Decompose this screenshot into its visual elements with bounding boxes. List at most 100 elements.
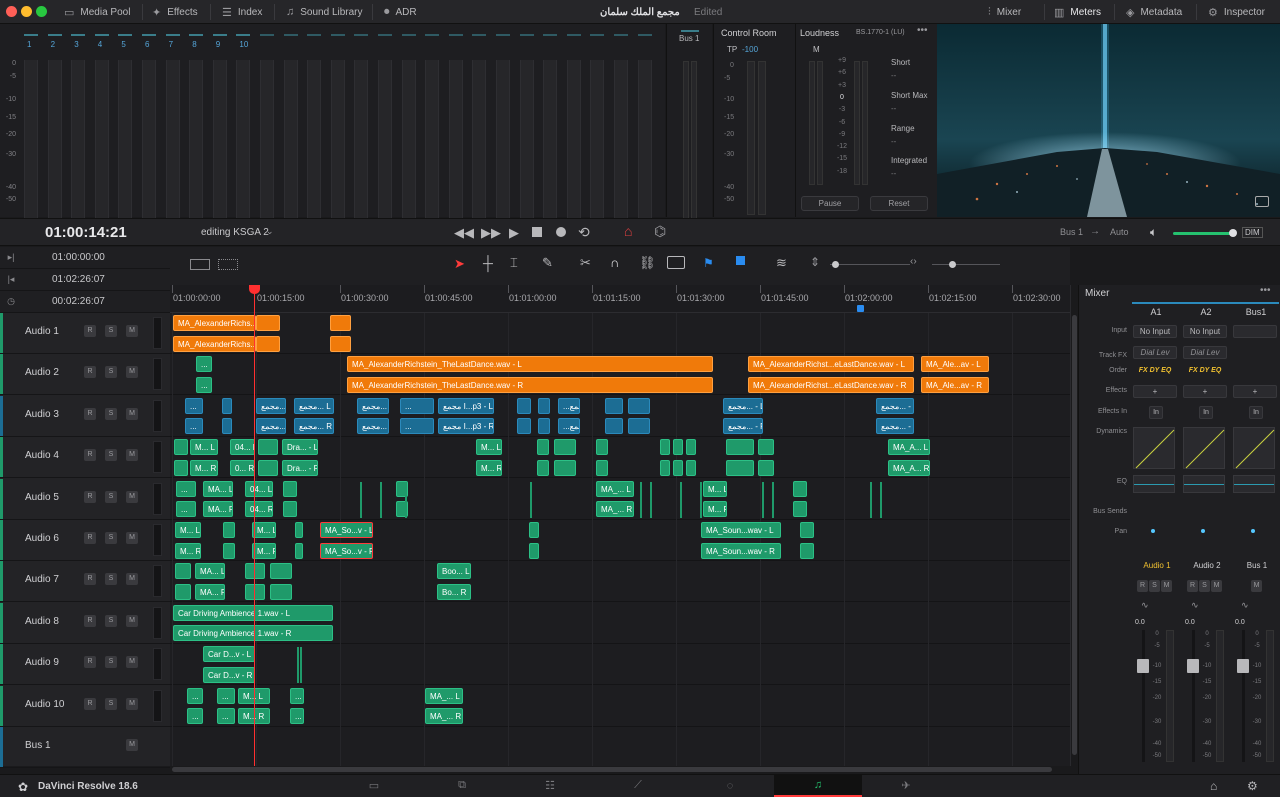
audio-clip[interactable]: MA_So...v - L bbox=[320, 522, 373, 538]
monitor-volume-slider[interactable] bbox=[1173, 232, 1233, 235]
audio-clip[interactable]: M... L bbox=[252, 522, 276, 538]
settings-gear-icon[interactable]: ⚙ bbox=[1247, 779, 1258, 793]
audio-clip[interactable] bbox=[537, 439, 549, 456]
audio-clip[interactable]: MA... R bbox=[195, 583, 225, 600]
audio-clip[interactable]: M... L bbox=[476, 439, 502, 456]
record-arm-button[interactable]: R bbox=[84, 490, 96, 503]
clip-sliver[interactable] bbox=[640, 481, 642, 518]
mixer-m-button[interactable]: M bbox=[1251, 580, 1262, 592]
audio-clip[interactable]: Car Driving Ambience 1.wav - L bbox=[173, 604, 333, 621]
track-header[interactable]: Audio 4 RSM bbox=[0, 437, 170, 479]
playhead[interactable] bbox=[254, 285, 255, 766]
track-name[interactable]: Audio 1 bbox=[25, 326, 59, 337]
picture-in-picture-icon[interactable] bbox=[1255, 196, 1269, 207]
timeline-marker[interactable] bbox=[857, 305, 864, 312]
dim-button[interactable]: DIM bbox=[1242, 227, 1263, 238]
timecode-display[interactable]: 01:00:14:21 bbox=[45, 224, 127, 241]
audio-clip[interactable]: MA... R bbox=[203, 501, 233, 518]
effects-button[interactable]: ✦ Effects bbox=[152, 0, 198, 24]
audio-clip[interactable] bbox=[529, 522, 539, 538]
audio-clip[interactable] bbox=[258, 439, 278, 456]
solo-button[interactable]: S bbox=[105, 532, 117, 544]
record-arm-button[interactable]: R bbox=[84, 366, 96, 379]
effects-in-toggle[interactable]: In bbox=[1149, 406, 1163, 419]
horizontal-zoom-slider[interactable] bbox=[932, 264, 1000, 265]
audio-clip[interactable] bbox=[628, 397, 650, 414]
track-header[interactable]: Audio 8 RSM bbox=[0, 602, 170, 644]
audio-clip[interactable]: MA... L bbox=[203, 480, 233, 497]
audio-clip[interactable]: مجمع... - L bbox=[876, 397, 914, 414]
cut-page-icon[interactable]: ⧉ bbox=[418, 774, 506, 797]
audio-clip[interactable] bbox=[793, 501, 807, 518]
mute-button[interactable]: M bbox=[126, 573, 138, 586]
audio-clip[interactable]: Dra... - R bbox=[282, 459, 318, 476]
media-pool-button[interactable]: ▭ Media Pool bbox=[64, 0, 130, 24]
fast-forward-icon[interactable]: ▶▶ bbox=[481, 225, 501, 241]
track-name[interactable]: Audio 6 bbox=[25, 533, 59, 544]
reset-button[interactable]: Reset bbox=[870, 196, 928, 211]
track-header[interactable]: Audio 6 RSM bbox=[0, 520, 170, 561]
audio-clip[interactable]: ...مجمع L bbox=[558, 397, 580, 414]
audio-clip[interactable]: ... bbox=[400, 418, 434, 435]
audio-clip[interactable]: 0... R bbox=[230, 459, 255, 476]
zoom-window-button[interactable] bbox=[36, 6, 47, 17]
minimize-window-button[interactable] bbox=[21, 6, 32, 17]
clip-sliver[interactable] bbox=[762, 481, 764, 518]
bus-output[interactable]: Bus 1 bbox=[1060, 227, 1083, 237]
input-select[interactable] bbox=[1233, 325, 1277, 338]
audio-clip[interactable] bbox=[330, 315, 351, 331]
audio-clip[interactable] bbox=[517, 397, 531, 414]
automation-curve-icon[interactable]: ∿ bbox=[1141, 600, 1149, 611]
horizontal-scrollbar[interactable] bbox=[170, 766, 1070, 774]
audio-clip[interactable]: MA_... R bbox=[596, 501, 634, 518]
audio-clip[interactable]: مجمع... - R bbox=[876, 418, 914, 435]
audio-clip[interactable] bbox=[596, 439, 608, 456]
audio-clip[interactable]: مجمع I...p3 - L bbox=[438, 397, 494, 414]
audio-clip[interactable] bbox=[283, 501, 297, 518]
automation-mode[interactable]: Auto bbox=[1110, 227, 1129, 237]
clip-sliver[interactable] bbox=[700, 481, 702, 518]
timeline-tracks[interactable]: MA_AlexanderRichs... LastDance.wav - L MA… bbox=[170, 313, 1070, 766]
solo-button[interactable]: S bbox=[105, 573, 117, 586]
record-arm-button[interactable]: R bbox=[84, 407, 96, 420]
audio-clip[interactable]: ... bbox=[187, 687, 203, 704]
clip-sliver[interactable] bbox=[870, 481, 872, 518]
audio-clip[interactable] bbox=[596, 459, 608, 476]
pan-indicator[interactable] bbox=[1201, 529, 1205, 533]
audio-clip[interactable]: MA_AlexanderRichs... LastDance.wav - L bbox=[173, 315, 256, 331]
dynamics-graph[interactable] bbox=[1133, 427, 1175, 469]
loudness-options-icon[interactable]: ••• bbox=[917, 25, 928, 36]
fader-knob[interactable] bbox=[1137, 659, 1149, 673]
audio-clip[interactable]: MA_... L bbox=[425, 687, 463, 704]
eq-graph[interactable] bbox=[1183, 475, 1225, 493]
audio-clip[interactable] bbox=[800, 522, 814, 538]
audio-clip[interactable]: MA_Ale...av - L bbox=[921, 356, 989, 373]
rewind-icon[interactable]: ◀◀ bbox=[454, 225, 474, 241]
track-header[interactable]: Audio 2 RSM bbox=[0, 354, 170, 396]
clip-sliver[interactable] bbox=[405, 481, 407, 518]
audio-clip[interactable] bbox=[793, 480, 807, 497]
effects-in-toggle[interactable]: In bbox=[1199, 406, 1213, 419]
audio-clip[interactable]: Dra... - L bbox=[282, 439, 318, 456]
audio-clip[interactable]: ... bbox=[196, 376, 212, 393]
audio-clip[interactable] bbox=[605, 397, 623, 414]
audio-clip[interactable] bbox=[529, 542, 539, 559]
link-icon[interactable]: ⛓ bbox=[639, 255, 656, 271]
audio-clip[interactable] bbox=[270, 563, 292, 580]
audio-clip[interactable]: مجمع... R bbox=[256, 418, 286, 435]
record-arm-button[interactable]: R bbox=[84, 614, 96, 627]
flag-icon[interactable]: ⚑ bbox=[703, 256, 714, 270]
audio-clip[interactable] bbox=[175, 583, 191, 600]
track-name[interactable]: Bus 1 bbox=[25, 740, 51, 751]
audio-clip[interactable] bbox=[537, 459, 549, 476]
fusion-page-icon[interactable]: ⟋ bbox=[594, 774, 682, 797]
audio-clip[interactable] bbox=[726, 439, 754, 456]
track-lane[interactable] bbox=[170, 727, 1070, 766]
mixer-s-button[interactable]: S bbox=[1199, 580, 1210, 592]
clip-sliver[interactable] bbox=[772, 481, 774, 518]
mute-button[interactable]: M bbox=[126, 656, 138, 669]
audio-clip[interactable]: ... bbox=[217, 708, 235, 725]
media-page-icon[interactable]: ▭ bbox=[330, 774, 418, 797]
horizontal-zoom-knob[interactable] bbox=[949, 261, 956, 268]
automation-curve-icon[interactable]: ∿ bbox=[1241, 600, 1249, 611]
